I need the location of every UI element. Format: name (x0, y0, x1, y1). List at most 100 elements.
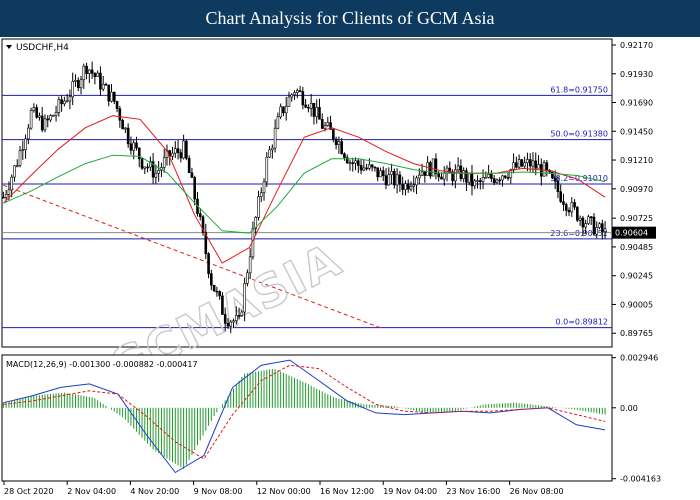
candle-body (576, 206, 579, 221)
fib-level-label: 50.0=0.91380 (550, 130, 608, 139)
candle-body (337, 141, 341, 146)
candle-body (343, 153, 346, 158)
candle-body (171, 152, 174, 157)
candle-body (40, 115, 44, 131)
candle-body (395, 174, 399, 186)
candle-body (517, 159, 521, 168)
candle-body (417, 174, 421, 179)
candle-body (426, 162, 429, 176)
candle-body (603, 228, 607, 233)
candle-body (257, 196, 260, 218)
candle-body (65, 100, 69, 103)
macd-panel-frame (1, 354, 613, 482)
candle-body (173, 148, 177, 154)
candle-body (362, 167, 366, 171)
fib-level-label: 61.8=0.91750 (550, 85, 608, 94)
candle-body (54, 112, 58, 116)
candle-body (162, 157, 166, 168)
x-axis-tick-label: 16 Nov 12:00 (320, 487, 374, 496)
candle-body (429, 162, 432, 177)
candle-body (29, 110, 33, 129)
candle-body (393, 171, 396, 186)
candle-body (595, 227, 599, 235)
candle-body (121, 119, 124, 130)
candle-body (38, 115, 41, 118)
y-axis-tick-label: 0.90970 (620, 185, 653, 194)
candle-body (312, 102, 316, 117)
candle-body (237, 315, 241, 317)
candle-body (223, 314, 227, 324)
candle-body (365, 167, 368, 170)
candle-body (179, 152, 183, 159)
candle-body (334, 138, 338, 146)
candle-body (2, 196, 5, 199)
chart-banner-title: Chart Analysis for Clients of GCM Asia (0, 0, 700, 37)
candle-body (15, 165, 19, 167)
candle-body (198, 213, 202, 218)
candle-body (295, 90, 299, 93)
candle-body (332, 129, 335, 140)
candle-body (210, 273, 213, 286)
candle-body (124, 127, 127, 130)
candle-body (384, 175, 388, 186)
candle-body (282, 106, 285, 114)
candle-body (515, 162, 518, 168)
candle-body (409, 186, 413, 190)
macd-y-tick-label: 0.002946 (620, 354, 658, 363)
candle-body (520, 159, 524, 167)
candle-body (406, 183, 410, 190)
candle-body (476, 180, 479, 182)
candle-body (467, 172, 471, 183)
candle-body (562, 201, 565, 205)
candle-body (276, 116, 280, 129)
candle-body (129, 143, 133, 151)
candle-body (82, 65, 86, 81)
candle-body (212, 284, 216, 292)
candle-body (484, 176, 488, 179)
candle-body (243, 283, 246, 313)
candle-body (423, 171, 427, 176)
candle-body (351, 162, 355, 165)
x-axis-tick-label: 28 Oct 2020 (4, 487, 53, 496)
candle-body (232, 320, 235, 323)
candle-body (18, 150, 22, 166)
candle-body (542, 162, 546, 177)
candle-body (387, 174, 391, 186)
candle-body (456, 165, 460, 171)
candle-body (445, 167, 449, 174)
candle-body (320, 119, 324, 129)
candle-body (93, 72, 97, 77)
candle-body (545, 162, 549, 171)
candle-body (63, 100, 66, 105)
macd-y-tick-label: 0.00 (620, 404, 638, 413)
candle-body (506, 177, 510, 179)
candle-body (110, 91, 113, 102)
y-axis-tick-label: 0.91210 (620, 156, 653, 165)
macd-label: MACD(12,26,9) -0.001300 -0.000882 -0.000… (6, 360, 198, 369)
y-axis-tick-label: 0.92170 (620, 41, 653, 50)
candle-body (157, 170, 160, 174)
candle-body (49, 115, 52, 121)
candle-body (356, 160, 360, 166)
candle-body (498, 179, 502, 182)
candle-body (307, 106, 310, 109)
candle-body (492, 178, 496, 184)
candle-body (71, 81, 75, 98)
candle-body (13, 165, 16, 178)
candle-body (298, 90, 302, 92)
candle-body (440, 176, 443, 180)
candle-body (293, 92, 296, 96)
x-axis-tick-label: 12 Nov 00:00 (257, 487, 311, 496)
candle-body (187, 157, 191, 174)
candle-body (373, 166, 377, 169)
candle-body (118, 108, 122, 121)
candle-body (218, 291, 221, 297)
candle-body (207, 253, 210, 274)
candle-body (381, 170, 385, 176)
candle-body (271, 147, 274, 151)
candle-body (315, 107, 319, 117)
candle-body (182, 140, 185, 159)
chart-area: 61.8=0.9175050.0=0.9138038.2=0.9101023.6… (1, 38, 661, 496)
x-axis-tick-label: 19 Nov 04:00 (383, 487, 437, 496)
candle-body (412, 184, 416, 187)
